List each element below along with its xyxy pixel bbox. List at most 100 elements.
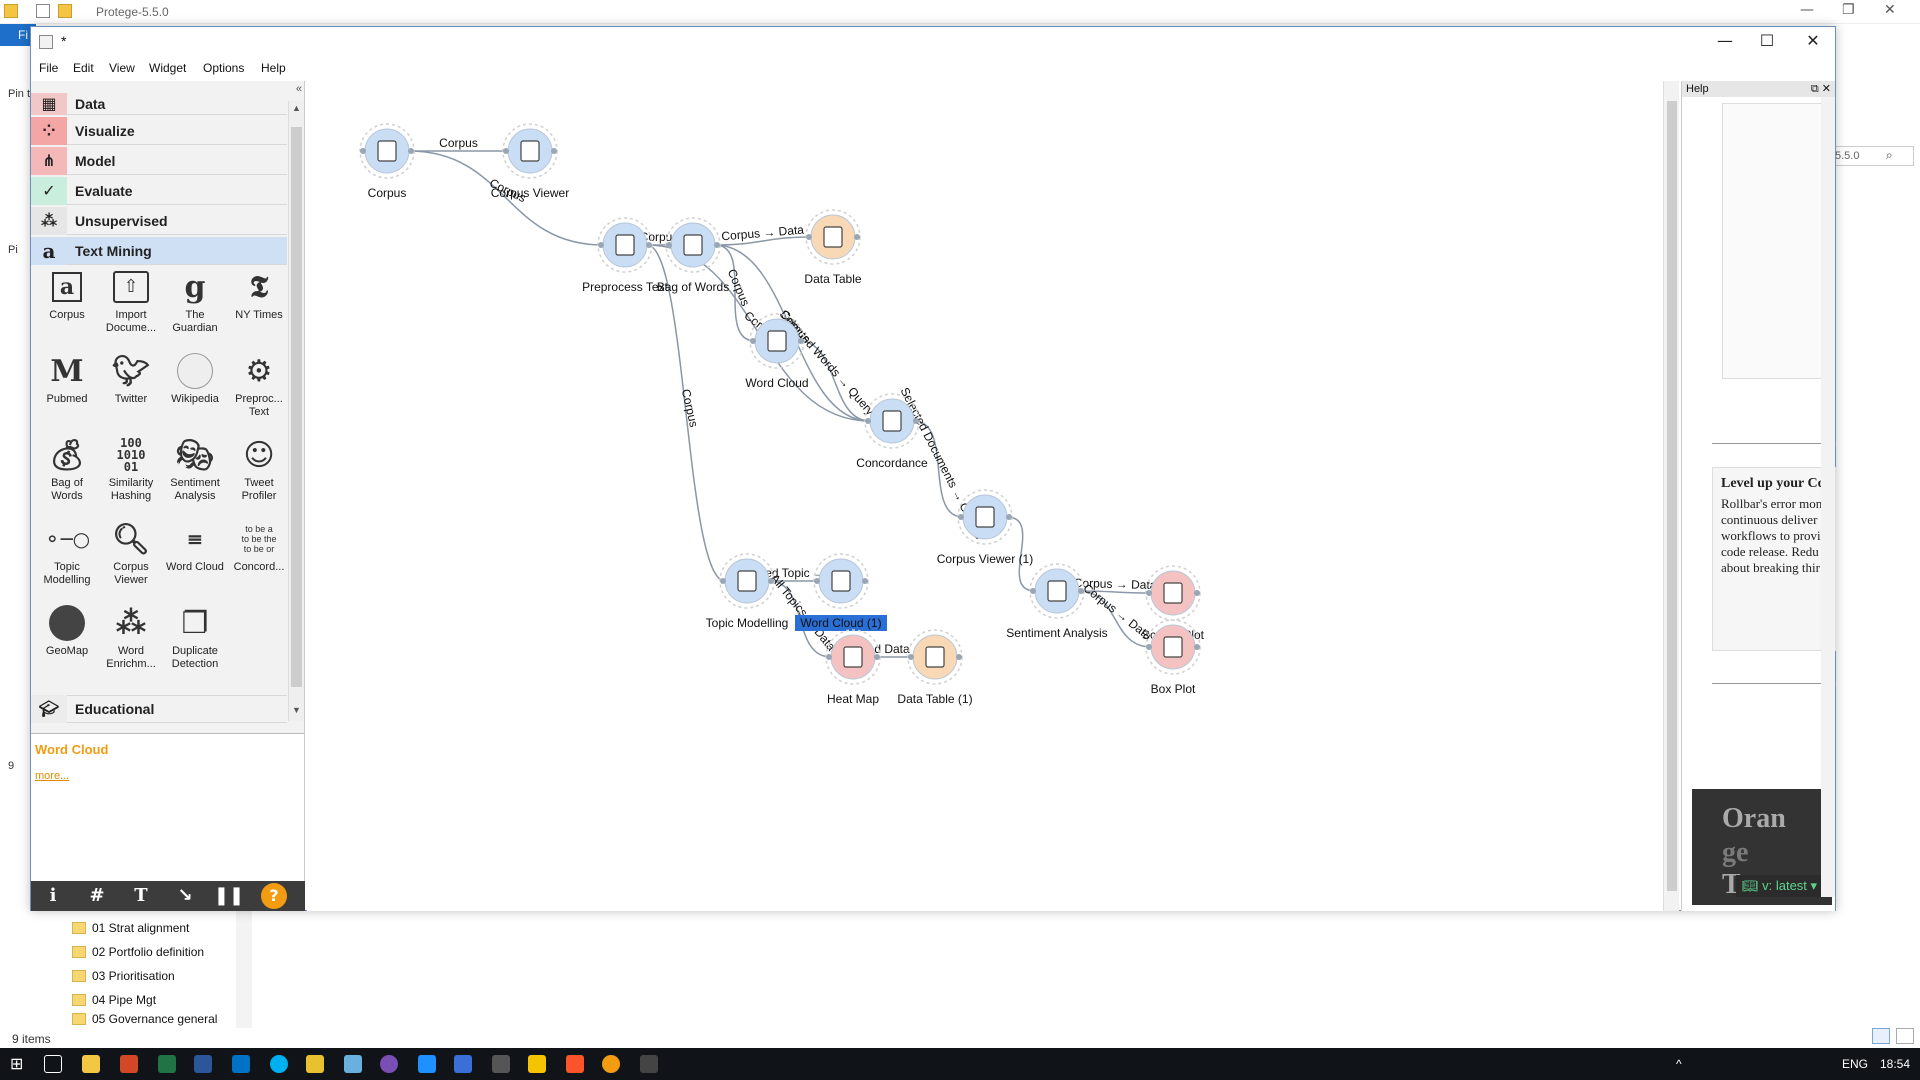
menu-options[interactable]: Options xyxy=(203,61,244,75)
excel-icon[interactable] xyxy=(158,1055,176,1073)
help-button[interactable]: ? xyxy=(261,883,287,909)
output-port[interactable] xyxy=(862,578,868,584)
tiles-view-icon[interactable] xyxy=(1896,1028,1914,1044)
folder-item[interactable]: 01 Strat alignment xyxy=(72,916,217,940)
widget-import-documents[interactable]: ⇧ Import Docume... xyxy=(99,265,163,345)
workflow-node-corpus-viewer-1[interactable]: Corpus Viewer (1) xyxy=(937,489,1033,566)
canvas-scrollbar[interactable] xyxy=(1663,81,1679,911)
workflow-node-data-table[interactable]: Data Table xyxy=(804,209,862,286)
widget-the-guardian[interactable]: g The Guardian xyxy=(163,265,227,345)
widget-preprocess-text[interactable]: ⚙ Preproc... Text xyxy=(227,349,291,429)
input-port[interactable] xyxy=(750,338,756,344)
widget-similarity-hashing[interactable]: 100 1010 01 Similarity Hashing xyxy=(99,433,163,513)
menu-help[interactable]: Help xyxy=(261,61,286,75)
output-port[interactable] xyxy=(874,654,880,660)
output-port[interactable] xyxy=(768,578,774,584)
output-port[interactable] xyxy=(1006,514,1012,520)
tray-chevron-icon[interactable]: ^ xyxy=(1676,1057,1682,1071)
arrow-annotation-button[interactable]: ↘ xyxy=(163,881,207,911)
widget-duplicate-detection[interactable]: ❐ Duplicate Detection xyxy=(163,601,227,681)
pause-button[interactable]: ❚❚ xyxy=(207,881,251,911)
input-port[interactable] xyxy=(806,234,812,240)
brave-icon[interactable] xyxy=(566,1055,584,1073)
input-port[interactable] xyxy=(814,578,820,584)
close-icon[interactable]: ✕ xyxy=(1884,2,1896,18)
widget-word-cloud[interactable]: ≡ Word Cloud xyxy=(163,517,227,597)
widget-concordance[interactable]: to be a to be the to be or Concord... xyxy=(227,517,291,597)
app-icon[interactable] xyxy=(454,1055,472,1073)
menu-view[interactable]: View xyxy=(109,61,135,75)
edge-icon[interactable] xyxy=(418,1055,436,1073)
help-ad[interactable]: Level up your Co Rollbar's error mon con… xyxy=(1712,467,1836,651)
orange-app-icon[interactable] xyxy=(602,1055,620,1073)
output-port[interactable] xyxy=(551,148,557,154)
version-selector[interactable]: 📖︎ v: latest ▾ xyxy=(1736,875,1824,897)
output-port[interactable] xyxy=(1078,588,1084,594)
output-port[interactable] xyxy=(1194,644,1200,650)
category-visualize[interactable]: ⁘ Visualize xyxy=(31,116,287,145)
menu-edit[interactable]: Edit xyxy=(73,61,94,75)
widget-bag-of-words[interactable]: 💰︎ Bag of Words xyxy=(35,433,99,513)
maximize-button[interactable]: ☐ xyxy=(1747,31,1787,53)
onedrive-icon[interactable] xyxy=(344,1055,362,1073)
category-model[interactable]: ⋔ Model xyxy=(31,146,287,175)
output-port[interactable] xyxy=(854,234,860,240)
help-scrollbar[interactable] xyxy=(1821,97,1835,897)
input-port[interactable] xyxy=(1030,588,1036,594)
more-link[interactable]: more... xyxy=(35,770,69,782)
teams-icon[interactable] xyxy=(380,1055,398,1073)
workflow-canvas[interactable]: CorpusCorpusCorpusCorpusCorpus → DataCor… xyxy=(307,81,1663,911)
input-port[interactable] xyxy=(1146,590,1152,596)
search-icon[interactable]: ⌕ xyxy=(1886,148,1893,163)
restore-icon[interactable]: ❐ xyxy=(1842,2,1855,18)
info-button[interactable]: i xyxy=(31,881,75,911)
input-port[interactable] xyxy=(598,242,604,248)
powerpoint-icon[interactable] xyxy=(120,1055,138,1073)
widget-geomap[interactable]: GeoMap xyxy=(35,601,99,681)
sticky-notes-icon[interactable] xyxy=(306,1055,324,1073)
category-text-mining[interactable]: a Text Mining xyxy=(31,236,287,265)
clock[interactable]: 18:54 xyxy=(1880,1057,1910,1071)
menu-widget[interactable]: Widget xyxy=(149,61,186,75)
category-educational[interactable]: 🎓︎ Educational xyxy=(31,695,287,723)
menu-file[interactable]: File xyxy=(39,61,58,75)
workflow-node-corpus-viewer[interactable]: Corpus Viewer xyxy=(491,123,569,200)
input-port[interactable] xyxy=(908,654,914,660)
outlook-icon[interactable] xyxy=(232,1055,250,1073)
widget-sentiment-analysis[interactable]: 🎭︎ Sentiment Analysis xyxy=(163,433,227,513)
grid-button[interactable]: # xyxy=(75,881,119,911)
scroll-down-icon[interactable]: ▼ xyxy=(292,705,301,715)
close-button[interactable]: ✕ xyxy=(1793,31,1833,53)
dock-close-icons[interactable]: ⧉ ✕ xyxy=(1811,82,1831,96)
folder-item[interactable]: 04 Pipe Mgt xyxy=(72,988,217,1012)
widget-pubmed[interactable]: M Pubmed xyxy=(35,349,99,429)
warning-app-icon[interactable] xyxy=(528,1055,546,1073)
output-port[interactable] xyxy=(646,242,652,248)
workflow-node-corpus[interactable]: Corpus xyxy=(359,123,415,200)
minimize-button[interactable]: — xyxy=(1705,31,1745,53)
search-input[interactable]: 5.5.0 xyxy=(1830,146,1914,166)
widget-wikipedia[interactable]: Wikipedia xyxy=(163,349,227,429)
output-port[interactable] xyxy=(798,338,804,344)
input-port[interactable] xyxy=(666,242,672,248)
widget-corpus-viewer[interactable]: 🔍︎ Corpus Viewer xyxy=(99,517,163,597)
output-port[interactable] xyxy=(714,242,720,248)
category-data[interactable]: ▦ Data xyxy=(31,92,287,115)
input-port[interactable] xyxy=(503,148,509,154)
toolbox-scrollbar[interactable]: ▲ ▼ xyxy=(288,101,304,721)
widget-corpus[interactable]: a Corpus xyxy=(35,265,99,345)
language-indicator[interactable]: ENG xyxy=(1842,1057,1868,1071)
skype-icon[interactable] xyxy=(270,1055,288,1073)
task-view-icon[interactable] xyxy=(44,1055,62,1073)
workflow-svg[interactable]: CorpusCorpusCorpusCorpusCorpus → DataCor… xyxy=(307,81,1663,911)
widget-ny-times[interactable]: 𝕿 NY Times xyxy=(227,265,291,345)
folder-item[interactable]: 05 Governance general xyxy=(72,1012,217,1026)
input-port[interactable] xyxy=(720,578,726,584)
category-evaluate[interactable]: ✓ Evaluate xyxy=(31,176,287,205)
output-port[interactable] xyxy=(408,148,414,154)
folder-item[interactable]: 03 Prioritisation xyxy=(72,964,217,988)
text-annotation-button[interactable]: T xyxy=(119,881,163,911)
output-port[interactable] xyxy=(956,654,962,660)
canvas-scroll-thumb[interactable] xyxy=(1667,101,1677,891)
widget-word-enrichment[interactable]: ⁂ Word Enrichm... xyxy=(99,601,163,681)
